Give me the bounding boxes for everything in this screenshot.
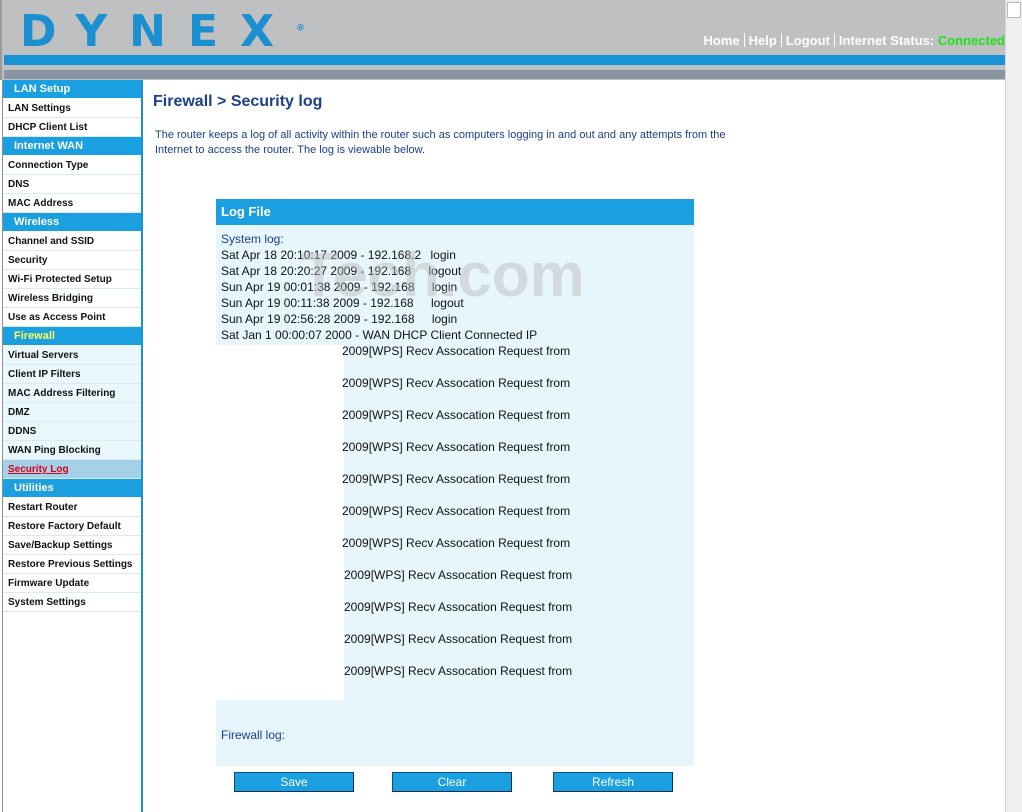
header-gray-bar [4, 70, 1007, 79]
sidebar-item-mac-address-filtering[interactable]: MAC Address Filtering [3, 384, 141, 403]
wps-log-entry: 2009[WPS] Recv Assocation Request from [342, 536, 571, 550]
system-log-entry: Sat Jan 1 00:00:07 2000 - WAN DHCP Clien… [221, 328, 538, 342]
sidebar-section-firewall[interactable]: Firewall [3, 327, 141, 346]
save-button[interactable]: Save [234, 772, 354, 792]
sidebar-item-security-log[interactable]: Security Log [3, 460, 141, 479]
wps-log-entry: 2009[WPS] Recv Assocation Request from [344, 664, 573, 678]
sidebar-item-channel-and-ssid[interactable]: Channel and SSID [3, 232, 141, 251]
scrollbar-up-button[interactable] [1007, 2, 1021, 18]
header-blue-bar [4, 55, 1007, 65]
vertical-scrollbar[interactable] [1005, 0, 1022, 812]
wps-log-entry: 2009[WPS] Recv Assocation Request from [344, 600, 573, 614]
refresh-button[interactable]: Refresh [553, 772, 673, 792]
sidebar-item-restore-factory-default[interactable]: Restore Factory Default [3, 517, 141, 536]
wps-log-entry: 2009[WPS] Recv Assocation Request from [344, 568, 573, 582]
sidebar-section-lan-setup[interactable]: LAN Setup [3, 80, 141, 99]
sidebar-item-lan-settings[interactable]: LAN Settings [3, 99, 141, 118]
sidebar-item-client-ip-filters[interactable]: Client IP Filters [3, 365, 141, 384]
header-links: Home Help Logout Internet Status: Connected [704, 33, 1005, 48]
link-separator [743, 33, 745, 47]
sidebar-nav: LAN Setup LAN Settings DHCP Client List … [2, 80, 143, 812]
sidebar-item-wifi-protected-setup[interactable]: Wi-Fi Protected Setup [3, 270, 141, 289]
clear-button[interactable]: Clear [392, 772, 512, 792]
wps-log-entry: 2009[WPS] Recv Assocation Request from [342, 344, 571, 358]
wps-log-entry: 2009[WPS] Recv Assocation Request from [342, 440, 571, 454]
log-blank-area [216, 345, 344, 700]
wps-log-entry: 2009[WPS] Recv Assocation Request from [342, 376, 571, 390]
internet-status-value: Connected [937, 33, 1005, 48]
sidebar-item-connection-type[interactable]: Connection Type [3, 156, 141, 175]
sidebar-item-dhcp-client-list[interactable]: DHCP Client List [3, 118, 141, 137]
sidebar-item-firmware-update[interactable]: Firmware Update [3, 574, 141, 593]
internet-status-label: Internet Status: [838, 33, 935, 48]
sidebar-item-wan-ping-blocking[interactable]: WAN Ping Blocking [3, 441, 141, 460]
sidebar-item-use-as-access-point[interactable]: Use as Access Point [3, 308, 141, 327]
page-title: Firewall > Security log [153, 93, 323, 110]
header: DYNEX® Home Help Logout Internet Status: Co… [0, 0, 1007, 80]
sidebar-item-virtual-servers[interactable]: Virtual Servers [3, 346, 141, 365]
sidebar-item-restore-previous-settings[interactable]: Restore Previous Settings [3, 555, 141, 574]
sidebar-item-dns[interactable]: DNS [3, 175, 141, 194]
sidebar-section-wireless[interactable]: Wireless [3, 213, 141, 232]
help-link[interactable]: Help [749, 33, 777, 48]
firewall-log-label: Firewall log: [221, 728, 286, 742]
home-link[interactable]: Home [704, 33, 740, 48]
system-log-entry: Sun Apr 19 02:56:28 2009 - 192.168 login [221, 312, 458, 326]
sidebar-item-dmz[interactable]: DMZ [3, 403, 141, 422]
sidebar-section-internet-wan[interactable]: Internet WAN [3, 137, 141, 156]
dynex-logo: DYNEX® [20, 6, 305, 57]
link-separator [780, 33, 782, 47]
sidebar-item-save-backup-settings[interactable]: Save/Backup Settings [3, 536, 141, 555]
link-separator [833, 33, 835, 47]
log-file-header: Log File [216, 199, 694, 225]
sidebar-item-ddns[interactable]: DDNS [3, 422, 141, 441]
watermark: Tech.com [300, 241, 585, 310]
sidebar-item-wireless-bridging[interactable]: Wireless Bridging [3, 289, 141, 308]
sidebar-item-system-settings[interactable]: System Settings [3, 593, 141, 612]
page-description: The router keeps a log of all activity w… [155, 129, 726, 156]
sidebar-item-restart-router[interactable]: Restart Router [3, 498, 141, 517]
registered-mark: ® [296, 23, 305, 34]
wps-log-entry: 2009[WPS] Recv Assocation Request from [342, 408, 571, 422]
wps-log-entry: 2009[WPS] Recv Assocation Request from [342, 472, 571, 486]
logout-link[interactable]: Logout [786, 33, 830, 48]
sidebar-section-utilities[interactable]: Utilities [3, 479, 141, 498]
wps-log-entry: 2009[WPS] Recv Assocation Request from [342, 504, 571, 518]
wps-log-entry: 2009[WPS] Recv Assocation Request from [344, 632, 573, 646]
sidebar-item-security[interactable]: Security [3, 251, 141, 270]
system-log-label: System log: [221, 232, 284, 246]
sidebar-item-mac-address[interactable]: MAC Address [3, 194, 141, 213]
